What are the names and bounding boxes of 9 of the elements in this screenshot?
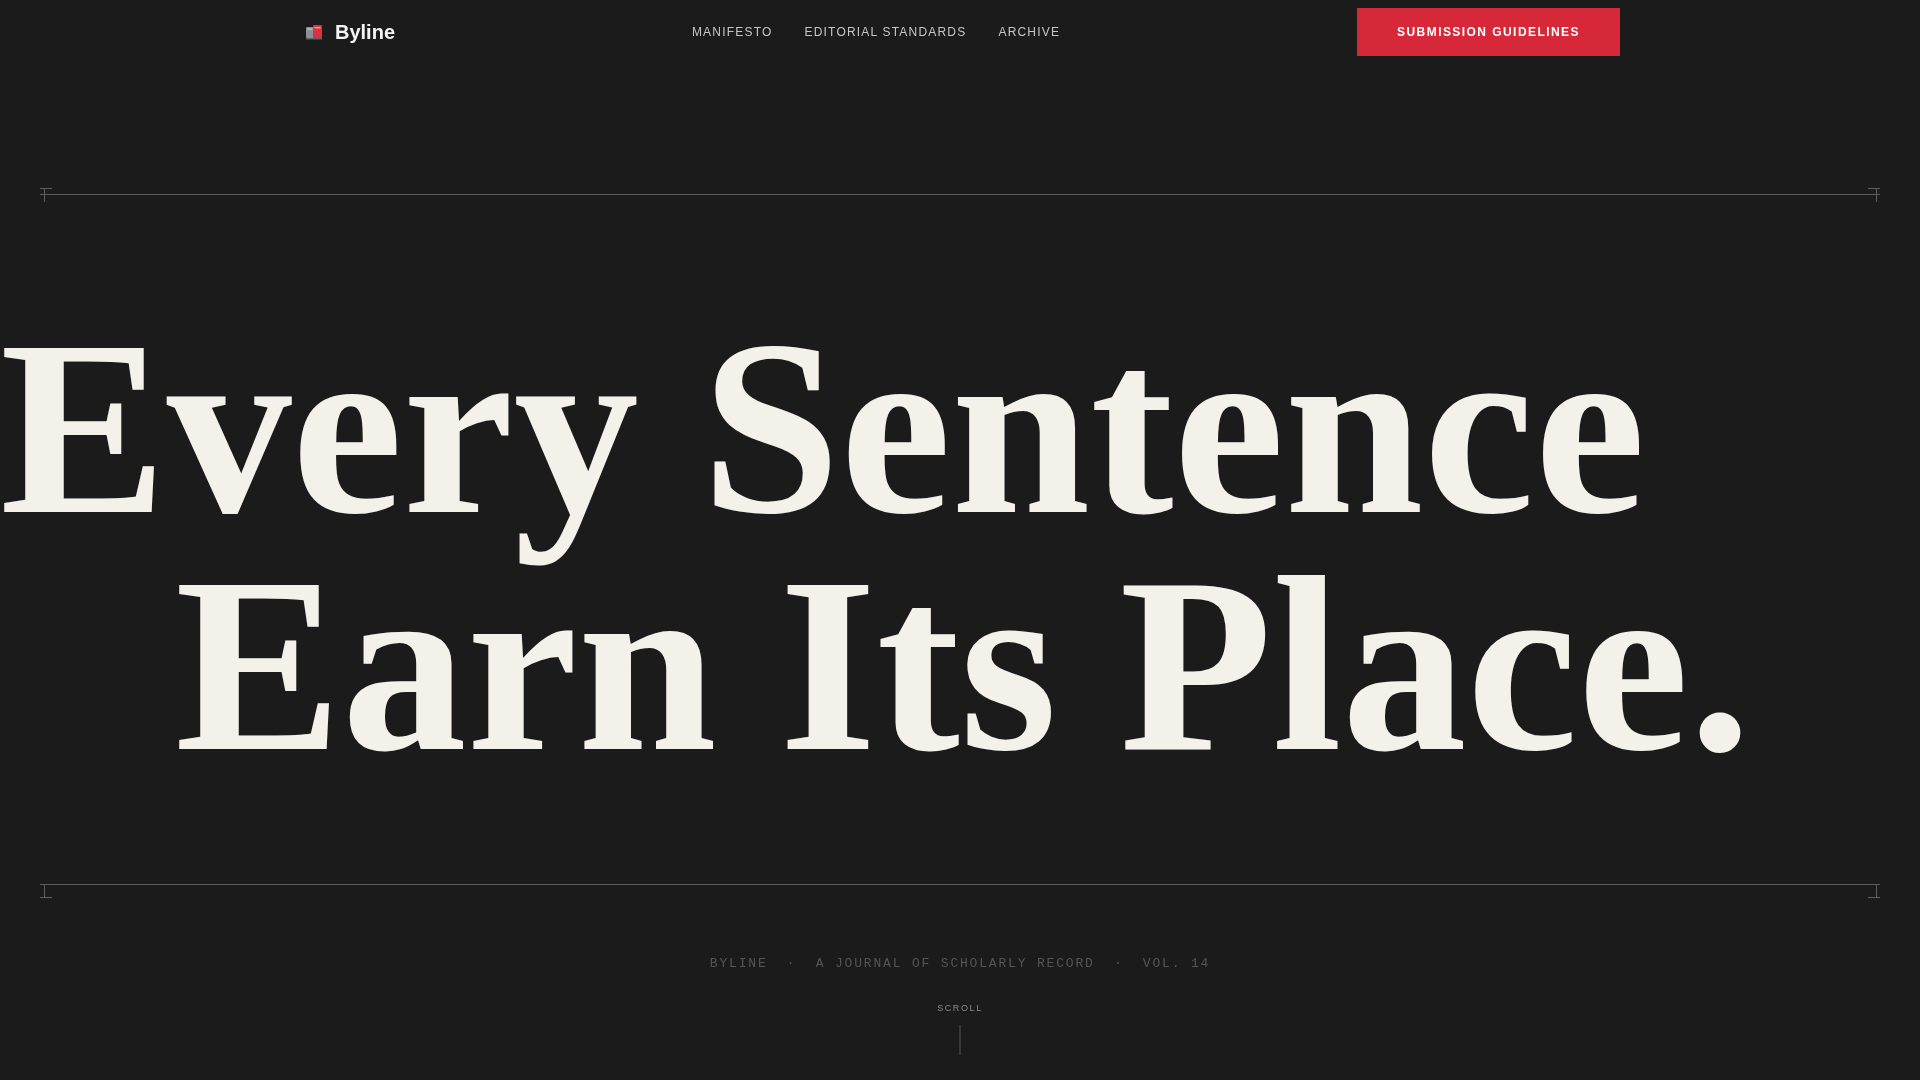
nav-link[interactable]: ARCHIVE (998, 25, 1061, 39)
headline: Every Sentence Earn Its Place. (0, 309, 1752, 783)
books-icon (305, 24, 323, 40)
scroll-label: SCROLL (937, 1002, 983, 1014)
journal-tagline: BYLINE · A JOURNAL OF SCHOLARLY RECORD · VOL. 14 (709, 956, 1211, 972)
nav-link[interactable]: MANIFESTO (691, 25, 773, 39)
home-link[interactable]: Byline (300, 20, 396, 44)
submission-guidelines-button[interactable]: SUBMISSION GUIDELINES (1357, 8, 1620, 56)
nav-link[interactable]: EDITORIAL STANDARDS (804, 25, 967, 39)
